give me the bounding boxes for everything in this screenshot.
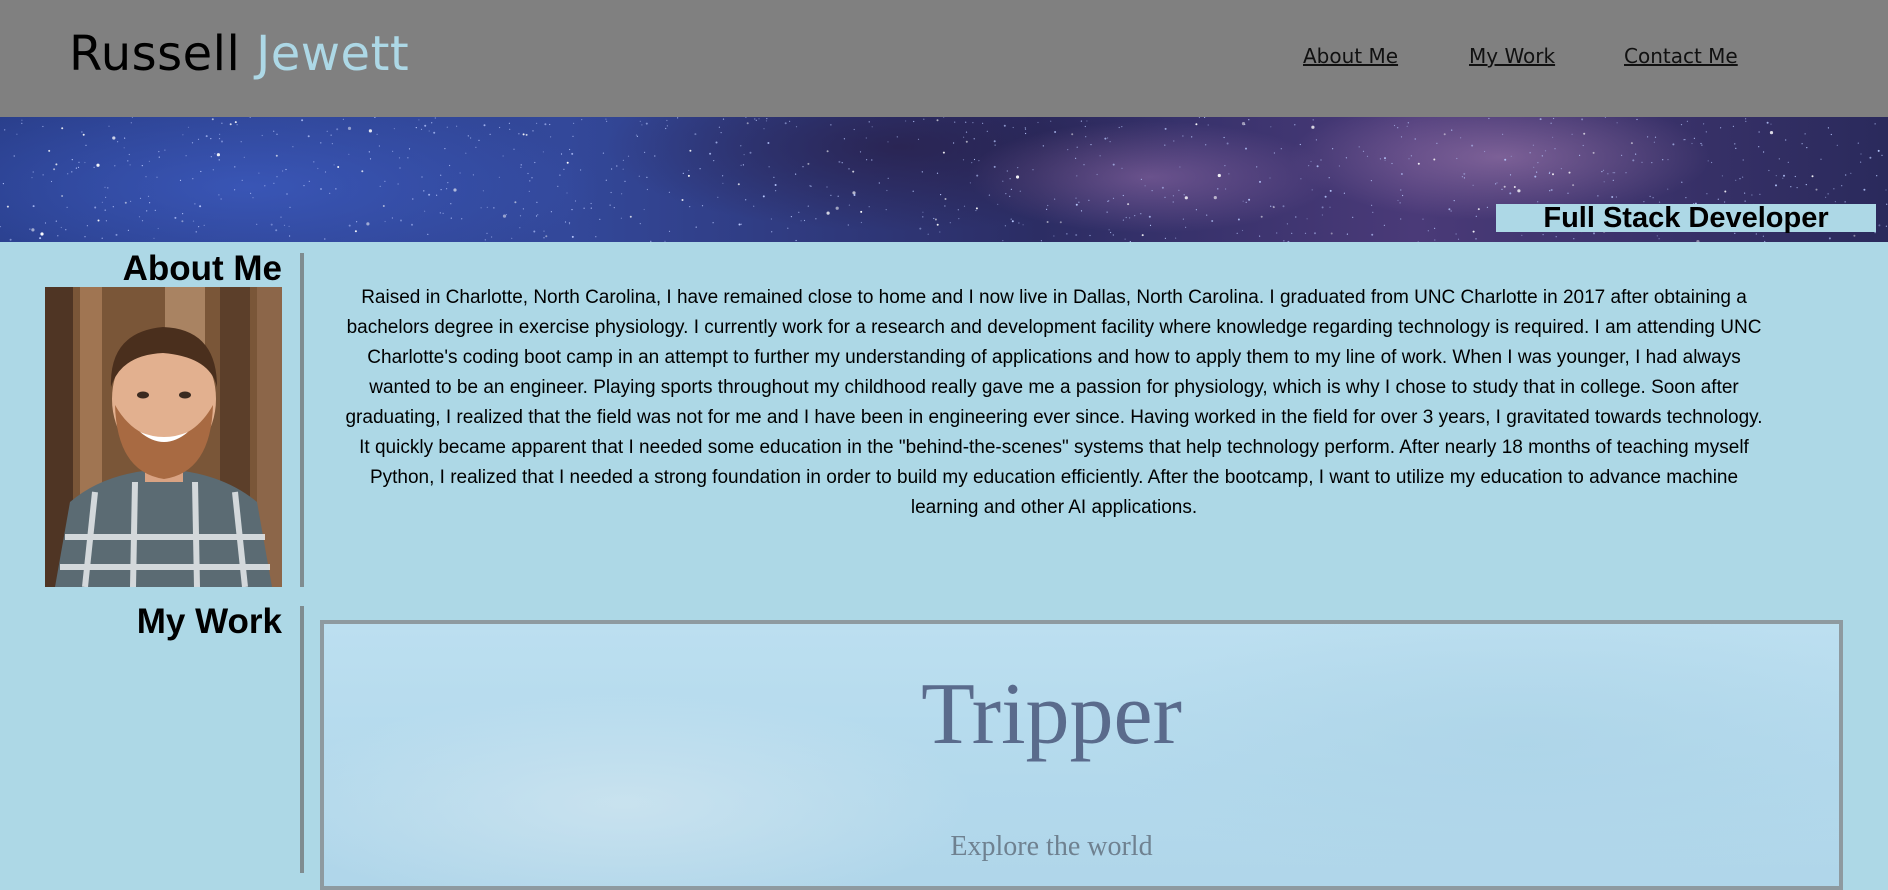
brand-last-name: Jewett	[256, 26, 410, 82]
section-divider	[300, 253, 304, 587]
site-brand[interactable]: Russell Jewett	[69, 22, 409, 86]
nav-link-about-me[interactable]: About Me	[1303, 44, 1398, 68]
brand-first-name: Russell	[69, 26, 241, 82]
project-subtitle: Explore the world	[950, 831, 1153, 862]
nav-link-my-work[interactable]: My Work	[1469, 44, 1555, 68]
about-me-heading: About Me	[122, 249, 282, 288]
profile-photo-avatar	[45, 287, 282, 587]
project-title: Tripper	[921, 666, 1182, 763]
nav-link-contact-me[interactable]: Contact Me	[1624, 44, 1738, 68]
my-work-heading: My Work	[136, 602, 282, 641]
about-me-bio: Raised in Charlotte, North Carolina, I h…	[345, 287, 1763, 518]
site-header: Russell Jewett About Me My Work Contact …	[0, 0, 1888, 117]
project-card-tripper[interactable]: Tripper Explore the world	[320, 620, 1843, 890]
profile-photo-graphic	[45, 287, 282, 587]
section-divider	[300, 606, 304, 873]
hero-tagline: Full Stack Developer	[1496, 204, 1876, 233]
